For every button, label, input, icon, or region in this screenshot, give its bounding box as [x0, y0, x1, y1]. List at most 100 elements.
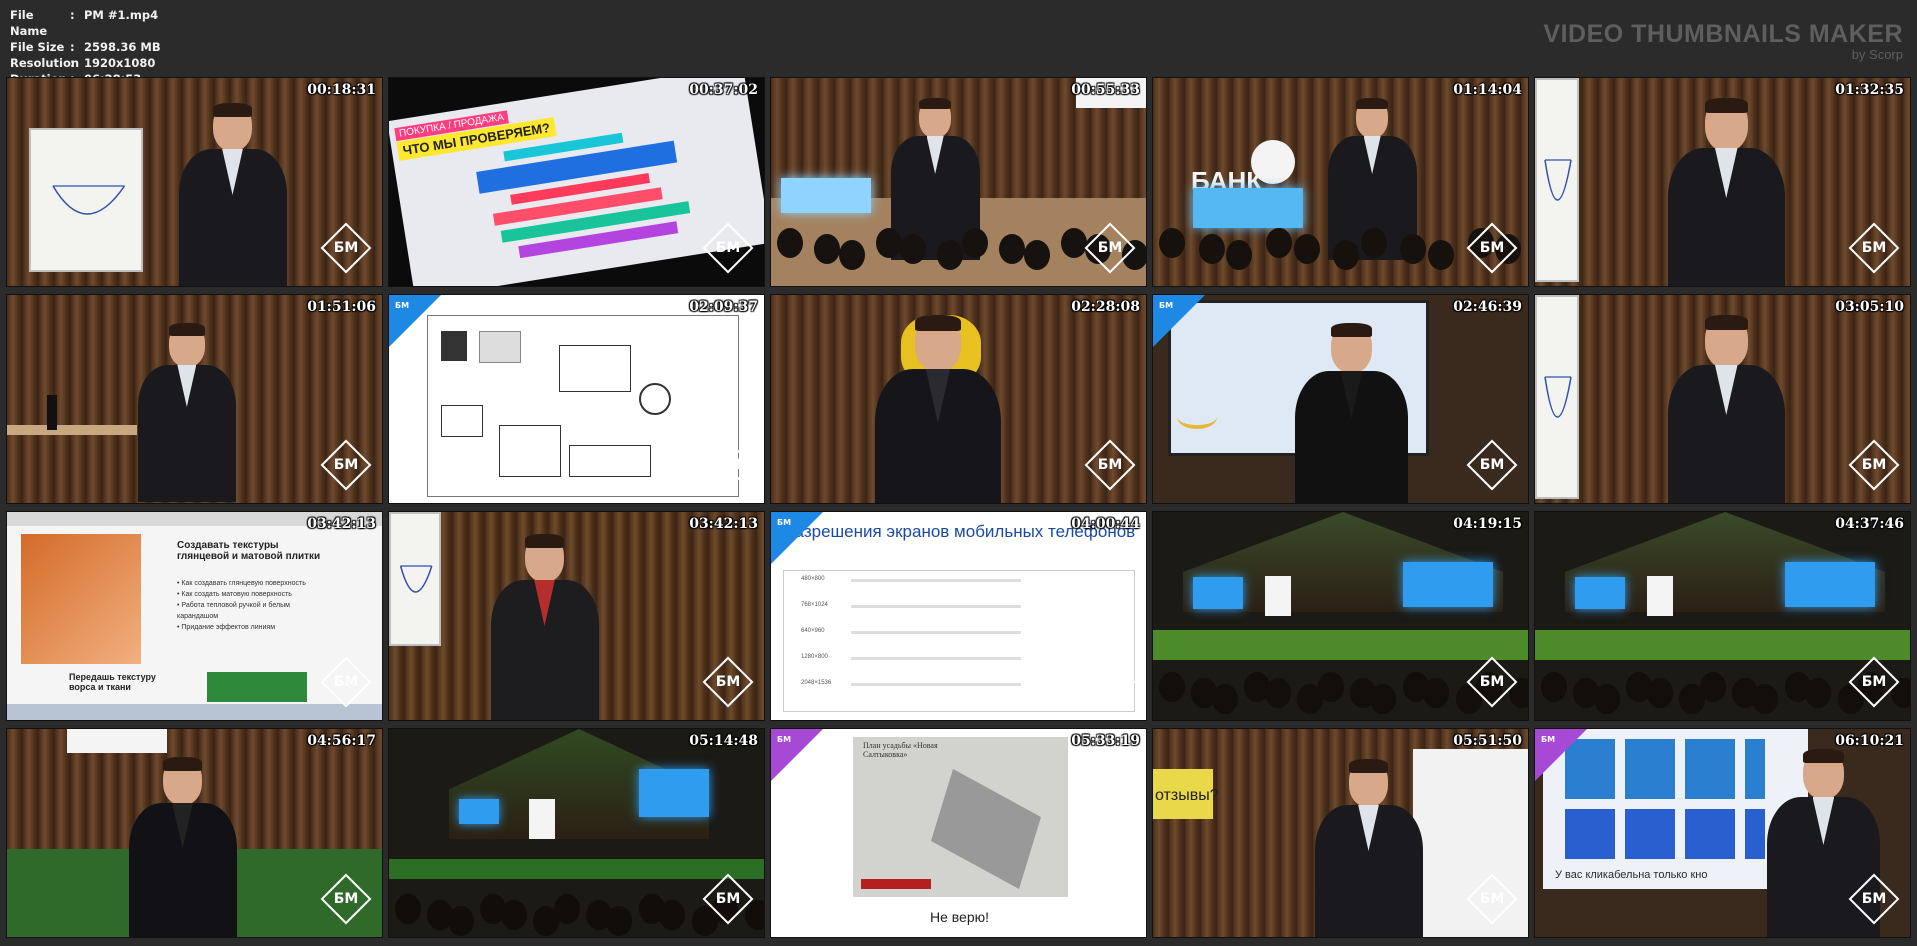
thumbnail-scene-part [1535, 295, 1579, 499]
bm-watermark-icon: БМ [1466, 873, 1518, 925]
bm-watermark-text: БМ [715, 891, 741, 907]
thumbnail-scene-part [163, 757, 203, 771]
bm-watermark-icon: БМ [320, 656, 372, 708]
thumbnail-scene-part [395, 894, 421, 924]
thumbnail-scene-part: Не верю! [929, 909, 990, 925]
thumbnail-scene-part [1655, 315, 1805, 503]
thumbnail-scene-part [1283, 323, 1427, 503]
thumbnail-scene-part: • Как создавать глянцевую поверхность • К… [177, 580, 306, 631]
thumbnail-timestamp: 00:37:02 [689, 82, 758, 98]
bm-corner-label: БМ [777, 518, 792, 527]
file-info: File Name: PM #1.mp4 File Size:2598.36 MB… [10, 7, 161, 87]
thumbnail-timestamp: 01:32:35 [1835, 82, 1904, 98]
video-thumbnail[interactable]: БМ 01:32:35 [1534, 77, 1911, 287]
thumbnail-scene-part [459, 799, 499, 824]
bm-corner-label: БМ [777, 735, 792, 744]
video-thumbnail[interactable]: Создавать текстуры глянцевой и матовой п… [6, 511, 383, 721]
video-thumbnail[interactable]: БМ 00:55:33 [770, 77, 1147, 287]
thumbnail-scene-part [447, 906, 474, 936]
video-thumbnail[interactable]: Разрешения экранов мобильных телефонов 4… [770, 511, 1147, 721]
thumbnail-scene-part [559, 345, 631, 392]
bm-watermark-text: БМ [1097, 457, 1123, 473]
thumbnail-scene-part [838, 240, 865, 270]
thumbnail-scene-part [7, 704, 382, 720]
bm-watermark-text: БМ [1097, 891, 1123, 907]
thumbnail-scene-part [1785, 562, 1875, 607]
thumbnail-scene-part [851, 657, 1021, 660]
video-thumbnail[interactable]: БАНК БМ 01:14:04 [1152, 77, 1529, 287]
thumbnail-scene-part [207, 672, 307, 702]
brand-title: VIDEO THUMBNAILS MAKER [1543, 20, 1903, 48]
bm-watermark-text: БМ [715, 674, 741, 690]
bm-watermark-text: БМ [333, 457, 359, 473]
thumbnail-scene-part [777, 228, 803, 258]
thumbnail-scene-part: 2048×1536 [801, 680, 832, 686]
video-thumbnail[interactable]: БМ 01:51:06 [6, 294, 383, 504]
bm-watermark-text: БМ [1479, 457, 1505, 473]
thumbnail-scene-part [813, 234, 840, 264]
thumbnail-scene-part [639, 769, 709, 817]
thumbnail-scene-part [1647, 576, 1673, 616]
thumbnail-scene-part [1265, 228, 1292, 258]
thumbnail-scene-part [1535, 630, 1910, 660]
video-thumbnail[interactable]: БМ 04:37:46 [1534, 511, 1911, 721]
video-thumbnail[interactable]: отзывы? БМ 05:51:50 [1152, 728, 1529, 938]
thumbnail-scene-part [1535, 78, 1579, 282]
file-size-value: 2598.36 MB [84, 40, 161, 54]
thumbnail-scene-part [1198, 234, 1225, 264]
thumbnail-scene-part [1699, 672, 1726, 702]
thumbnail-scene-part [1333, 240, 1360, 270]
thumbnail-scene-part [29, 128, 143, 272]
video-thumbnail[interactable]: БМ 03:42:13 [388, 511, 765, 721]
thumbnail-scene-part [1593, 684, 1620, 714]
video-thumbnail[interactable]: БМ 02:28:08 [770, 294, 1147, 504]
thumbnail-scene-part [1541, 672, 1567, 702]
thumbnail-scene-part [1060, 228, 1087, 258]
thumbnail-scene-part [851, 683, 1021, 686]
thumbnail-scene-part [1544, 159, 1572, 201]
video-thumbnail[interactable]: ПОКУПКА / ПРОДАЖА ЧТО МЫ ПРОВЕРЯЕМ? БМ 00… [388, 77, 765, 287]
thumbnail-scene-part [851, 605, 1021, 608]
video-thumbnail[interactable]: БМ БМ 02:09:37 [388, 294, 765, 504]
thumbnail-scene-part [569, 445, 651, 477]
video-thumbnail[interactable]: БМ 04:19:15 [1152, 511, 1529, 721]
video-thumbnail[interactable]: БМ 05:14:48 [388, 728, 765, 938]
thumbnail-scene-part [1803, 749, 1844, 764]
thumbnail-scene-part [1403, 562, 1493, 607]
thumbnail-scene-part [875, 228, 902, 258]
bm-watermark-icon: БМ [1848, 656, 1900, 708]
thumbnail-scene-part: 480×800 [801, 576, 825, 582]
bm-watermark-icon: БМ [320, 439, 372, 491]
thumbnail-timestamp: 04:19:15 [1453, 516, 1522, 532]
thumbnail-scene-part [919, 98, 952, 110]
thumbnail-scene-part [441, 405, 483, 437]
thumbnail-scene-part [1655, 98, 1805, 286]
video-thumbnail[interactable]: План усадьбы «Новая Салтыковка» Не верю!… [770, 728, 1147, 938]
thumbnail-scene-part [1293, 234, 1320, 264]
thumbnail-scene-part [117, 757, 255, 937]
video-thumbnail[interactable]: БМ 00:18:31 [6, 77, 383, 287]
thumbnail-scene-part [783, 570, 1135, 712]
thumbnail-scene-part [1544, 376, 1572, 418]
thumbnail-scene-part [915, 315, 961, 332]
thumbnail-scene-part [389, 512, 441, 646]
bm-watermark-text: БМ [1861, 674, 1887, 690]
thumbnail-scene-part [167, 103, 305, 286]
bm-watermark-icon: БМ [702, 873, 754, 925]
bm-watermark-text: БМ [333, 891, 359, 907]
thumbnail-timestamp: 02:09:37 [689, 299, 758, 315]
thumbnail-scene-part [1023, 240, 1050, 270]
video-thumbnail[interactable]: БМ 04:56:17 [6, 728, 383, 938]
thumbnail-scene-part [861, 879, 931, 889]
thumbnail-scene-part [441, 331, 467, 361]
video-thumbnail[interactable]: У вас кликабельна только кно БМ БМ 06:10:2… [1534, 728, 1911, 938]
thumbnail-scene-part [1153, 630, 1528, 660]
video-thumbnail[interactable]: БМ БМ 02:46:39 [1152, 294, 1529, 504]
thumbnail-scene-part [1705, 315, 1748, 330]
bm-watermark-text: БМ [333, 674, 359, 690]
video-thumbnail[interactable]: БМ 03:05:10 [1534, 294, 1911, 504]
file-name-label: File Name [10, 8, 48, 38]
thumbnail-scene-part: Создавать текстуры глянцевой и матовой п… [177, 540, 321, 562]
bm-watermark-text: БМ [1097, 240, 1123, 256]
bm-watermark-icon: БМ [702, 656, 754, 708]
